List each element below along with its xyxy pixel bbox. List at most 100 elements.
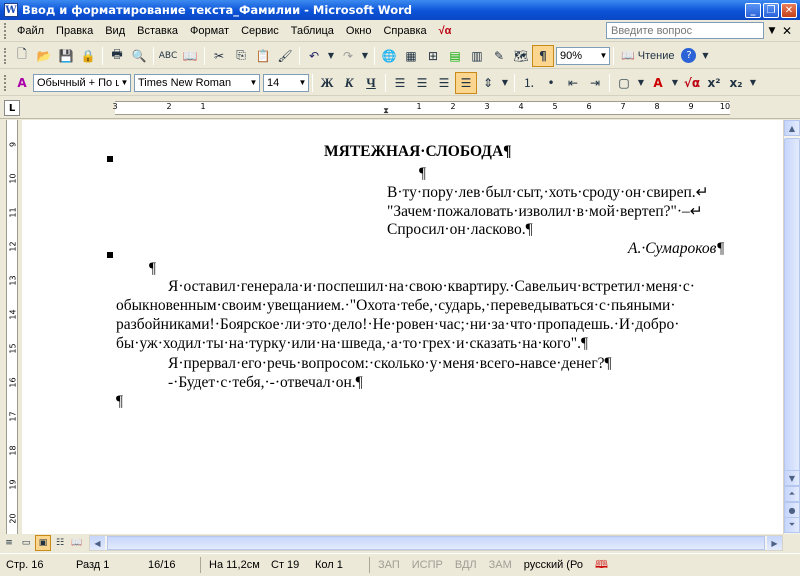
document-map-icon[interactable]: 🗺: [510, 45, 532, 67]
body-line[interactable]: обыкновенным·своим·увещанием.·"Охота·теб…: [116, 297, 675, 315]
show-hide-formatting-icon[interactable]: ¶: [532, 44, 554, 67]
body-line[interactable]: разбойниками!·Боярское·ли·это·дело!·Не·р…: [116, 316, 679, 334]
scroll-left-icon[interactable]: ◀: [90, 536, 105, 550]
menu-table[interactable]: Таблица: [285, 23, 340, 39]
reading-view-icon[interactable]: 📖: [69, 535, 85, 551]
restore-button[interactable]: ❐: [763, 2, 779, 18]
body-line[interactable]: Я·оставил·генерала·и·поспешил·на·свою·кв…: [168, 278, 695, 296]
align-right-icon[interactable]: ☰: [433, 72, 455, 94]
borders-icon[interactable]: ▢: [613, 72, 635, 94]
equation-icon[interactable]: √α: [433, 23, 458, 39]
line-spacing-icon[interactable]: ⇕: [477, 72, 499, 94]
horizontal-ruler[interactable]: L ⧗ 3 2 1 1 2 3 4 5 6 7 8 9 10: [0, 97, 800, 119]
menu-insert[interactable]: Вставка: [131, 23, 184, 39]
numbering-icon[interactable]: ⒈: [518, 72, 540, 94]
permission-icon[interactable]: 🔒: [77, 45, 99, 67]
copy-icon[interactable]: ⎘: [230, 45, 252, 67]
previous-page-icon[interactable]: ⏶: [784, 486, 800, 502]
help-icon[interactable]: ?: [681, 48, 697, 63]
empty-paragraph[interactable]: ¶: [149, 260, 156, 278]
print-layout-icon[interactable]: ▣: [35, 535, 51, 551]
epigraph-line[interactable]: В·ту·пору·лев·был·сыт,·хоть·сроду·он·сви…: [387, 183, 709, 202]
tables-borders-icon[interactable]: ▦: [400, 45, 422, 67]
font-color-icon[interactable]: A: [647, 72, 669, 94]
print-icon[interactable]: 🖶: [106, 45, 128, 67]
body-paragraph[interactable]: -·Будет·с·тебя,·-·отвечал·он.¶: [168, 374, 363, 392]
help-dropdown-icon[interactable]: ▼: [766, 22, 778, 39]
research-icon[interactable]: 📖: [179, 45, 201, 67]
undo-icon[interactable]: ↶: [303, 45, 325, 67]
toolbar-grip[interactable]: [4, 47, 7, 64]
align-center-icon[interactable]: ☰: [411, 72, 433, 94]
paste-icon[interactable]: 📋: [252, 45, 274, 67]
scroll-thumb[interactable]: [107, 536, 765, 550]
cut-icon[interactable]: ✂: [208, 45, 230, 67]
reading-layout-button[interactable]: 📖 Чтение: [617, 45, 678, 67]
print-preview-icon[interactable]: 🔍: [128, 45, 150, 67]
toolbar-grip[interactable]: [4, 74, 7, 91]
toolbar-options-icon[interactable]: ▼: [699, 45, 711, 67]
bold-button[interactable]: Ж: [316, 72, 338, 94]
redo-icon[interactable]: ↷: [337, 45, 359, 67]
toolbar-grip[interactable]: [4, 22, 7, 39]
web-view-icon[interactable]: ▭: [18, 535, 34, 551]
insert-excel-icon[interactable]: ▤: [444, 45, 466, 67]
zoom-combo[interactable]: 90% ▼: [556, 46, 610, 65]
document-area[interactable]: МЯТЕЖНАЯ·СЛОБОДА¶ ¶ В·ту·пору·лев·был·сы…: [22, 120, 783, 534]
horizontal-scrollbar[interactable]: ◀ ▶: [89, 535, 783, 551]
bullets-icon[interactable]: •: [540, 72, 562, 94]
tab-selector[interactable]: L: [4, 100, 20, 116]
insert-table-icon[interactable]: ⊞: [422, 45, 444, 67]
scroll-down-icon[interactable]: ▼: [784, 470, 800, 486]
status-record[interactable]: ЗАП: [372, 559, 406, 571]
chevron-down-icon[interactable]: ▼: [598, 48, 609, 64]
align-left-icon[interactable]: ☰: [389, 72, 411, 94]
scroll-right-icon[interactable]: ▶: [767, 536, 782, 550]
help-search-input[interactable]: Введите вопрос: [606, 22, 764, 39]
save-icon[interactable]: 💾: [55, 45, 77, 67]
outline-view-icon[interactable]: ☷: [52, 535, 68, 551]
new-document-icon[interactable]: 🗋: [11, 45, 33, 67]
status-overtype[interactable]: ЗАМ: [483, 559, 518, 571]
epigraph-author[interactable]: А.·Сумароков¶: [628, 240, 724, 258]
justify-icon[interactable]: ☰: [455, 71, 477, 94]
font-color-dropdown-icon[interactable]: ▼: [669, 72, 681, 94]
spelling-status-icon[interactable]: 🕮: [589, 556, 614, 575]
styles-pane-icon[interactable]: A: [11, 72, 33, 94]
empty-paragraph[interactable]: ¶: [116, 393, 123, 411]
ruler-strip[interactable]: ⧗ 3 2 1 1 2 3 4 5 6 7 8 9 10: [112, 101, 730, 115]
menu-format[interactable]: Формат: [184, 23, 235, 39]
status-extend[interactable]: ВДЛ: [449, 559, 483, 571]
borders-dropdown-icon[interactable]: ▼: [635, 72, 647, 94]
redo-dropdown-icon[interactable]: ▼: [359, 45, 371, 67]
close-button[interactable]: ✕: [781, 2, 797, 18]
vertical-scrollbar[interactable]: ▲ ▼ ⏶ ● ⏷: [783, 120, 800, 534]
font-size-combo[interactable]: 14 ▼: [263, 73, 309, 92]
menu-window[interactable]: Окно: [340, 23, 378, 39]
increase-indent-icon[interactable]: ⇥: [584, 72, 606, 94]
menu-view[interactable]: Вид: [99, 23, 131, 39]
menu-file[interactable]: Файл: [11, 23, 50, 39]
vertical-ruler[interactable]: 9 10 11 12 13 14 15 16 17 18 19 20: [0, 120, 22, 534]
next-page-icon[interactable]: ⏷: [784, 517, 800, 533]
drawing-icon[interactable]: ✎: [488, 45, 510, 67]
italic-button[interactable]: К: [338, 72, 360, 94]
subscript-icon[interactable]: x₂: [725, 72, 747, 94]
style-combo[interactable]: Обычный + По ц ▼: [33, 73, 131, 92]
open-folder-icon[interactable]: 📂: [33, 45, 55, 67]
menu-tools[interactable]: Сервис: [235, 23, 285, 39]
columns-icon[interactable]: ▥: [466, 45, 488, 67]
font-combo[interactable]: Times New Roman ▼: [134, 73, 260, 92]
chevron-down-icon[interactable]: ▼: [119, 75, 130, 91]
document-close-icon[interactable]: ✕: [782, 24, 794, 38]
status-track-changes[interactable]: ИСПР: [406, 559, 449, 571]
toolbar-options-icon[interactable]: ▼: [747, 72, 759, 94]
scroll-thumb[interactable]: [784, 138, 800, 488]
document-page[interactable]: МЯТЕЖНАЯ·СЛОБОДА¶ ¶ В·ту·пору·лев·был·сы…: [22, 120, 783, 534]
spelling-icon[interactable]: ABC: [157, 45, 179, 67]
epigraph-line[interactable]: Спросил·он·ласково.¶: [387, 221, 533, 239]
minimize-button[interactable]: _: [745, 2, 761, 18]
empty-paragraph[interactable]: ¶: [419, 165, 426, 183]
normal-view-icon[interactable]: ≡: [1, 535, 17, 551]
body-line[interactable]: бы·уж·ходил·ты·на·турку·или·на·шведа,·а·…: [116, 335, 588, 353]
